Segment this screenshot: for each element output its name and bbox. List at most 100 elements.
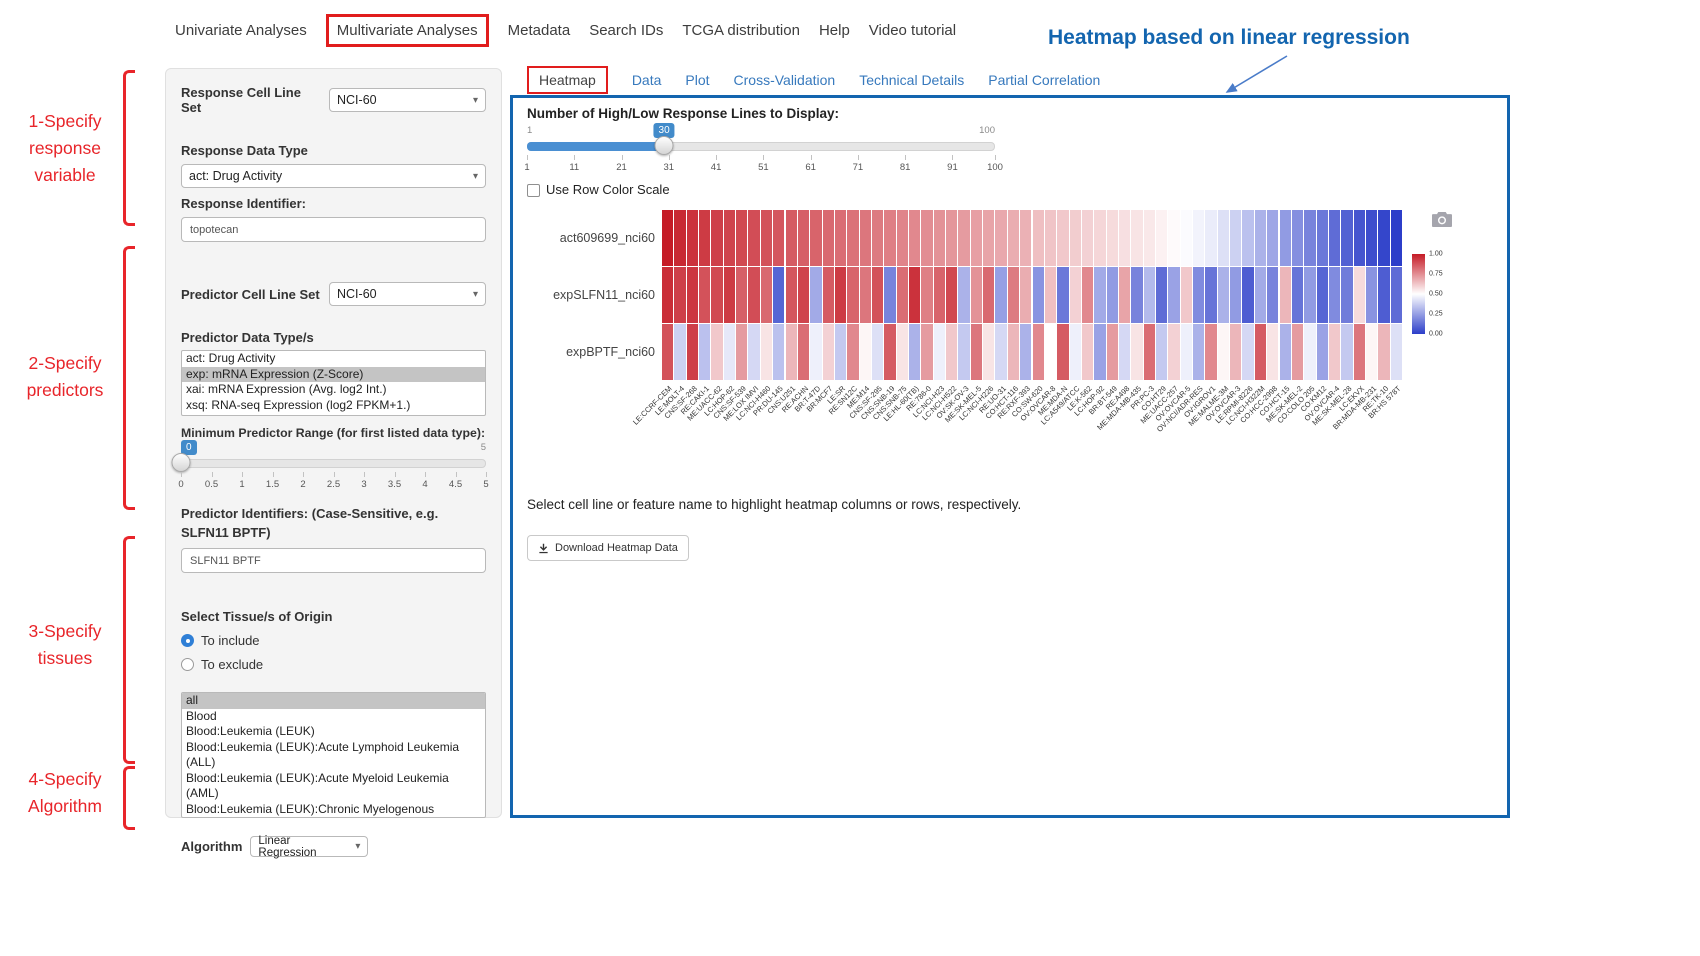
heatmap-cell[interactable]: [958, 210, 969, 266]
heatmap-cell[interactable]: [1070, 210, 1081, 266]
heatmap-cell[interactable]: [1168, 210, 1179, 266]
heatmap-cell[interactable]: [736, 210, 747, 266]
heatmap-cell[interactable]: [761, 210, 772, 266]
heatmap-cell[interactable]: [748, 324, 759, 380]
heatmap-cell[interactable]: [1280, 324, 1291, 380]
heatmap-cell[interactable]: [1341, 210, 1352, 266]
heatmap-cell[interactable]: [1304, 267, 1315, 323]
heatmap-cell[interactable]: [662, 324, 673, 380]
heatmap-cell[interactable]: [1218, 324, 1229, 380]
heatmap-cell[interactable]: [1057, 210, 1068, 266]
heatmap-cell[interactable]: [1033, 210, 1044, 266]
heatmap-cell[interactable]: [761, 267, 772, 323]
lines-slider-handle[interactable]: [655, 136, 674, 155]
row-color-scale-checkbox[interactable]: Use Row Color Scale: [527, 182, 670, 197]
heatmap-cell[interactable]: [1230, 324, 1241, 380]
heatmap-cell[interactable]: [1230, 267, 1241, 323]
heatmap-cell[interactable]: [1193, 324, 1204, 380]
heatmap-cell[interactable]: [1020, 210, 1031, 266]
predictor-data-type-option-xai-mrna-expression-avg-log2-int[interactable]: xai: mRNA Expression (Avg. log2 Int.): [182, 382, 485, 398]
heatmap-cell[interactable]: [1255, 324, 1266, 380]
heatmap-cell[interactable]: [1242, 324, 1253, 380]
tissue-listbox[interactable]: allBloodBlood:Leukemia (LEUK)Blood:Leuke…: [181, 692, 486, 818]
heatmap-cell[interactable]: [921, 267, 932, 323]
heatmap-cell[interactable]: [1292, 267, 1303, 323]
heatmap-cell[interactable]: [1280, 267, 1291, 323]
tab-plot[interactable]: Plot: [685, 72, 709, 88]
heatmap-cell[interactable]: [687, 324, 698, 380]
heatmap-cell[interactable]: [1280, 210, 1291, 266]
heatmap-cell[interactable]: [1354, 324, 1365, 380]
heatmap-cell[interactable]: [699, 267, 710, 323]
heatmap-cell[interactable]: [1144, 267, 1155, 323]
heatmap-cell[interactable]: [934, 267, 945, 323]
heatmap-cell[interactable]: [1119, 267, 1130, 323]
tissue-exclude-radio[interactable]: To exclude: [181, 657, 486, 672]
heatmap-cell[interactable]: [946, 210, 957, 266]
heatmap-cell[interactable]: [1094, 210, 1105, 266]
heatmap-cell[interactable]: [736, 324, 747, 380]
heatmap-cell[interactable]: [674, 267, 685, 323]
heatmap-cell[interactable]: [1292, 210, 1303, 266]
heatmap-cell[interactable]: [860, 324, 871, 380]
nav-item-univariate-analyses[interactable]: Univariate Analyses: [175, 22, 307, 39]
heatmap-cell[interactable]: [1156, 324, 1167, 380]
heatmap-cell[interactable]: [909, 324, 920, 380]
heatmap-cell[interactable]: [773, 267, 784, 323]
heatmap-cell[interactable]: [1205, 324, 1216, 380]
nav-item-search-ids[interactable]: Search IDs: [589, 22, 663, 39]
heatmap-cell[interactable]: [823, 324, 834, 380]
heatmap-cell[interactable]: [1242, 267, 1253, 323]
tissue-option-blood-leukemia-leuk-chronic-myelogenous-leukemia-cml[interactable]: Blood:Leukemia (LEUK):Chronic Myelogenou…: [182, 802, 485, 819]
response-cell-line-set-select[interactable]: NCI-60 ▾: [329, 88, 486, 112]
heatmap-cell[interactable]: [724, 324, 735, 380]
heatmap-cell[interactable]: [983, 267, 994, 323]
heatmap-cell[interactable]: [1354, 210, 1365, 266]
heatmap-cell[interactable]: [1378, 267, 1389, 323]
heatmap-cell[interactable]: [1317, 210, 1328, 266]
tab-cross-validation[interactable]: Cross-Validation: [734, 72, 836, 88]
heatmap-cell[interactable]: [995, 267, 1006, 323]
heatmap-cell[interactable]: [748, 267, 759, 323]
heatmap-cell[interactable]: [1255, 210, 1266, 266]
heatmap-cell[interactable]: [724, 267, 735, 323]
heatmap-cell[interactable]: [1082, 324, 1093, 380]
heatmap-cell[interactable]: [1168, 267, 1179, 323]
heatmap-cell[interactable]: [1008, 267, 1019, 323]
heatmap-cell[interactable]: [860, 267, 871, 323]
predictor-data-types-listbox[interactable]: act: Drug Activityexp: mRNA Expression (…: [181, 350, 486, 416]
heatmap-cell[interactable]: [983, 210, 994, 266]
heatmap-cell[interactable]: [1329, 210, 1340, 266]
heatmap-cell[interactable]: [1193, 267, 1204, 323]
heatmap-cell[interactable]: [1020, 324, 1031, 380]
heatmap-row-label-expslfn11-nci60[interactable]: expSLFN11_nci60: [527, 288, 655, 302]
heatmap-cell[interactable]: [1218, 210, 1229, 266]
heatmap-cell[interactable]: [761, 324, 772, 380]
heatmap-cell[interactable]: [773, 210, 784, 266]
download-heatmap-data-button[interactable]: Download Heatmap Data: [527, 535, 689, 561]
heatmap-cell[interactable]: [1107, 267, 1118, 323]
tissue-include-radio[interactable]: To include: [181, 633, 486, 648]
nav-item-video-tutorial[interactable]: Video tutorial: [869, 22, 956, 39]
heatmap-cell[interactable]: [921, 324, 932, 380]
heatmap-cell[interactable]: [971, 210, 982, 266]
heatmap-cell[interactable]: [958, 267, 969, 323]
heatmap-cell[interactable]: [1329, 267, 1340, 323]
tissue-option-blood-leukemia-leuk[interactable]: Blood:Leukemia (LEUK): [182, 724, 485, 740]
tab-technical-details[interactable]: Technical Details: [859, 72, 964, 88]
heatmap-cell[interactable]: [1070, 267, 1081, 323]
heatmap-cell[interactable]: [1057, 267, 1068, 323]
heatmap-cell[interactable]: [798, 324, 809, 380]
heatmap-cell[interactable]: [1329, 324, 1340, 380]
heatmap-cell[interactable]: [971, 324, 982, 380]
heatmap-cell[interactable]: [1131, 267, 1142, 323]
heatmap-cell[interactable]: [1119, 210, 1130, 266]
heatmap-cell[interactable]: [1205, 210, 1216, 266]
heatmap-cell[interactable]: [810, 267, 821, 323]
heatmap-cell[interactable]: [798, 267, 809, 323]
heatmap-cell[interactable]: [946, 324, 957, 380]
heatmap-cell[interactable]: [1181, 324, 1192, 380]
heatmap-cell[interactable]: [687, 267, 698, 323]
heatmap-cell[interactable]: [1020, 267, 1031, 323]
heatmap-cell[interactable]: [872, 324, 883, 380]
